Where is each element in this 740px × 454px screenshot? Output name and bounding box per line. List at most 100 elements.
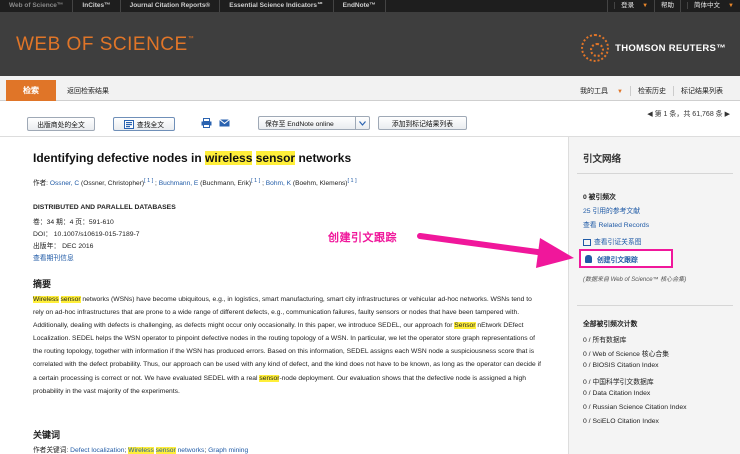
abstract-part: nEtwork DEfect Localization. SEDEL helps…: [33, 322, 541, 382]
citation-count-row: 0 / Data Citation Index: [583, 390, 651, 397]
product-esi[interactable]: Essential Science Indicators℠: [220, 0, 334, 12]
journal-title: DISTRIBUTED AND PARALLEL DATABASES: [33, 204, 176, 211]
fulltext-icon: [123, 119, 134, 129]
citation-map-link[interactable]: 查看引证关系图: [583, 236, 642, 246]
keyword-link[interactable]: Graph mining: [208, 447, 248, 454]
author-affiliation-ref[interactable]: [ 1 ]: [144, 178, 153, 184]
publisher-fulltext-button[interactable]: 出版商处的全文: [27, 117, 95, 131]
publisher-name: THOMSON REUTERS™: [615, 42, 726, 54]
annotation-label: 创建引文跟踪: [328, 232, 397, 244]
citation-count-row: 0 / Web of Science 核心合集: [583, 351, 669, 358]
keyword-link[interactable]: Defect localization: [70, 447, 124, 454]
find-fulltext-label: 查找全文: [136, 122, 165, 129]
brand-tm: ™: [187, 36, 195, 42]
keyword-highlight: Wireless: [128, 447, 154, 454]
keyword-part: networks: [175, 447, 205, 454]
abstract-heading: 摘要: [33, 279, 52, 289]
author-line: 作者: Ossner, C (Ossner, Christopher)[ 1 ]…: [33, 177, 357, 187]
chevron-down-icon: ▼: [728, 3, 734, 9]
citation-network-panel: 引文网络 0 被引频次 25 引用的参考文献 查看 Related Record…: [568, 137, 740, 454]
product-jcr[interactable]: Journal Citation Reports®: [121, 0, 221, 12]
chevron-down-icon: ▼: [642, 3, 649, 9]
bell-icon: [585, 254, 592, 263]
abstract-highlight: sensor: [259, 374, 280, 382]
journal-info-link[interactable]: 查看期刊信息: [33, 252, 74, 262]
author-link[interactable]: Bohm, K: [266, 180, 291, 187]
abstract-text: Wireless sensor networks (WSNs) have bec…: [33, 293, 543, 398]
product-bar: Web of Science™ InCites™ Journal Citatio…: [0, 0, 740, 12]
account-links: 登录 ▼ 帮助 简体中文 ▼: [607, 0, 740, 12]
title-highlight: wireless: [205, 151, 253, 165]
citation-network-title: 引文网络: [583, 154, 622, 165]
login-label: 登录: [614, 2, 641, 9]
author-link[interactable]: Buchmann, E: [159, 180, 199, 187]
record-toolbar: 出版商处的全文 查找全文 保存至 EndNote online 添加到标记结果列…: [0, 101, 740, 137]
abstract-highlight: Sensor: [454, 322, 476, 330]
authors-label: 作者:: [33, 180, 50, 187]
citation-count-row: 0 / 所有数据库: [583, 337, 627, 344]
create-alert-label: 创建引文跟踪: [597, 256, 638, 264]
brand-banner: WEB OF SCIENCE™ THOMSON REUTERS™: [0, 12, 740, 76]
divider: [577, 305, 733, 306]
language-select[interactable]: 简体中文 ▼: [680, 0, 740, 12]
save-to-label: 保存至 EndNote online: [265, 121, 334, 128]
author-affiliation-ref[interactable]: [ 1 ]: [251, 178, 260, 184]
product-endnote[interactable]: EndNote™: [334, 0, 386, 12]
nav-right: 我的工具 ▼ 检索历史 标记结果列表: [566, 80, 730, 101]
title-part: Identifying defective nodes in: [33, 151, 206, 165]
my-tools-label: 我的工具: [580, 87, 609, 95]
title-part: networks: [295, 151, 352, 165]
print-icon[interactable]: [201, 118, 212, 128]
save-to-endnote-select[interactable]: 保存至 EndNote online: [258, 116, 370, 130]
chevron-down-icon: ▼: [617, 88, 623, 95]
abstract-highlight: sensor: [60, 296, 81, 303]
citation-map-label: 查看引证关系图: [594, 239, 642, 246]
help-link[interactable]: 帮助: [654, 0, 680, 12]
title-highlight: sensor: [255, 151, 296, 165]
author-affiliation-ref[interactable]: [ 1 ]: [348, 178, 357, 184]
publication-year: 出版年： DEC 2016: [33, 243, 94, 250]
times-cited-count: 0 被引频次: [583, 194, 616, 201]
keywords-heading: 关键词: [33, 430, 61, 440]
main-nav: 检索 返回检索结果 我的工具 ▼ 检索历史 标记结果列表: [0, 76, 740, 101]
author-fullname: (Ossner, Christopher): [79, 180, 145, 187]
keyword-highlight: sensor: [155, 447, 176, 454]
my-tools-menu[interactable]: 我的工具 ▼: [566, 86, 630, 96]
citation-count-row: 0 / SciELO Citation Index: [583, 418, 659, 425]
keywords-label: 作者关键词:: [33, 447, 71, 454]
email-icon[interactable]: [219, 118, 230, 128]
record-pager[interactable]: ◀ 第 1 条，共 61,768 条 ▶: [647, 109, 730, 119]
login-link[interactable]: 登录 ▼: [607, 0, 654, 12]
divider: [577, 173, 733, 174]
author-fullname: (Boehm, Klemens): [291, 180, 348, 187]
tab-search[interactable]: 检索: [6, 80, 56, 101]
related-records-link[interactable]: 查看 Related Records: [583, 219, 649, 229]
product-incites[interactable]: InCites™: [73, 0, 121, 12]
brand-name: WEB OF SCIENCE: [16, 34, 188, 55]
back-to-results-link[interactable]: 返回检索结果: [67, 86, 109, 96]
author-link[interactable]: Ossner, C: [50, 180, 79, 187]
volume-issue-pages: 卷：34 期：4 页：591-610: [33, 219, 114, 226]
abstract-highlight: Wireless: [33, 296, 59, 303]
author-keywords: 作者关键词: Defect localization; Wireless sen…: [33, 447, 249, 454]
create-citation-alert-link[interactable]: 创建引文跟踪: [579, 249, 673, 268]
web-of-science-logo[interactable]: WEB OF SCIENCE™: [16, 34, 194, 56]
all-counts-title: 全部被引频次计数: [583, 321, 638, 328]
thomson-reuters-icon: [581, 34, 610, 62]
record-detail: Identifying defective nodes in wireless …: [0, 137, 563, 454]
cited-references-link[interactable]: 25 引用的参考文献: [583, 205, 640, 215]
find-fulltext-button[interactable]: 查找全文: [113, 117, 175, 131]
product-web-of-science[interactable]: Web of Science™: [0, 0, 74, 12]
citation-map-icon: [583, 238, 591, 246]
language-label: 简体中文: [687, 2, 727, 9]
doi: DOI： 10.1007/s10619-015-7189-7: [33, 231, 140, 238]
marked-list-link[interactable]: 标记结果列表: [673, 85, 730, 96]
data-source-note: (数据来自 Web of Science™ 核心合集): [583, 277, 687, 283]
add-to-marked-list-button[interactable]: 添加到标记结果列表: [378, 116, 467, 130]
search-history-link[interactable]: 检索历史: [630, 85, 673, 96]
citation-count-row: 0 / 中国科学引文数据库: [583, 379, 654, 386]
chevron-down-icon: [355, 117, 369, 129]
thomson-reuters-logo: THOMSON REUTERS™: [581, 34, 726, 62]
keyword-link[interactable]: Wireless sensor networks: [128, 447, 204, 454]
citation-count-row: 0 / Russian Science Citation Index: [583, 404, 687, 411]
